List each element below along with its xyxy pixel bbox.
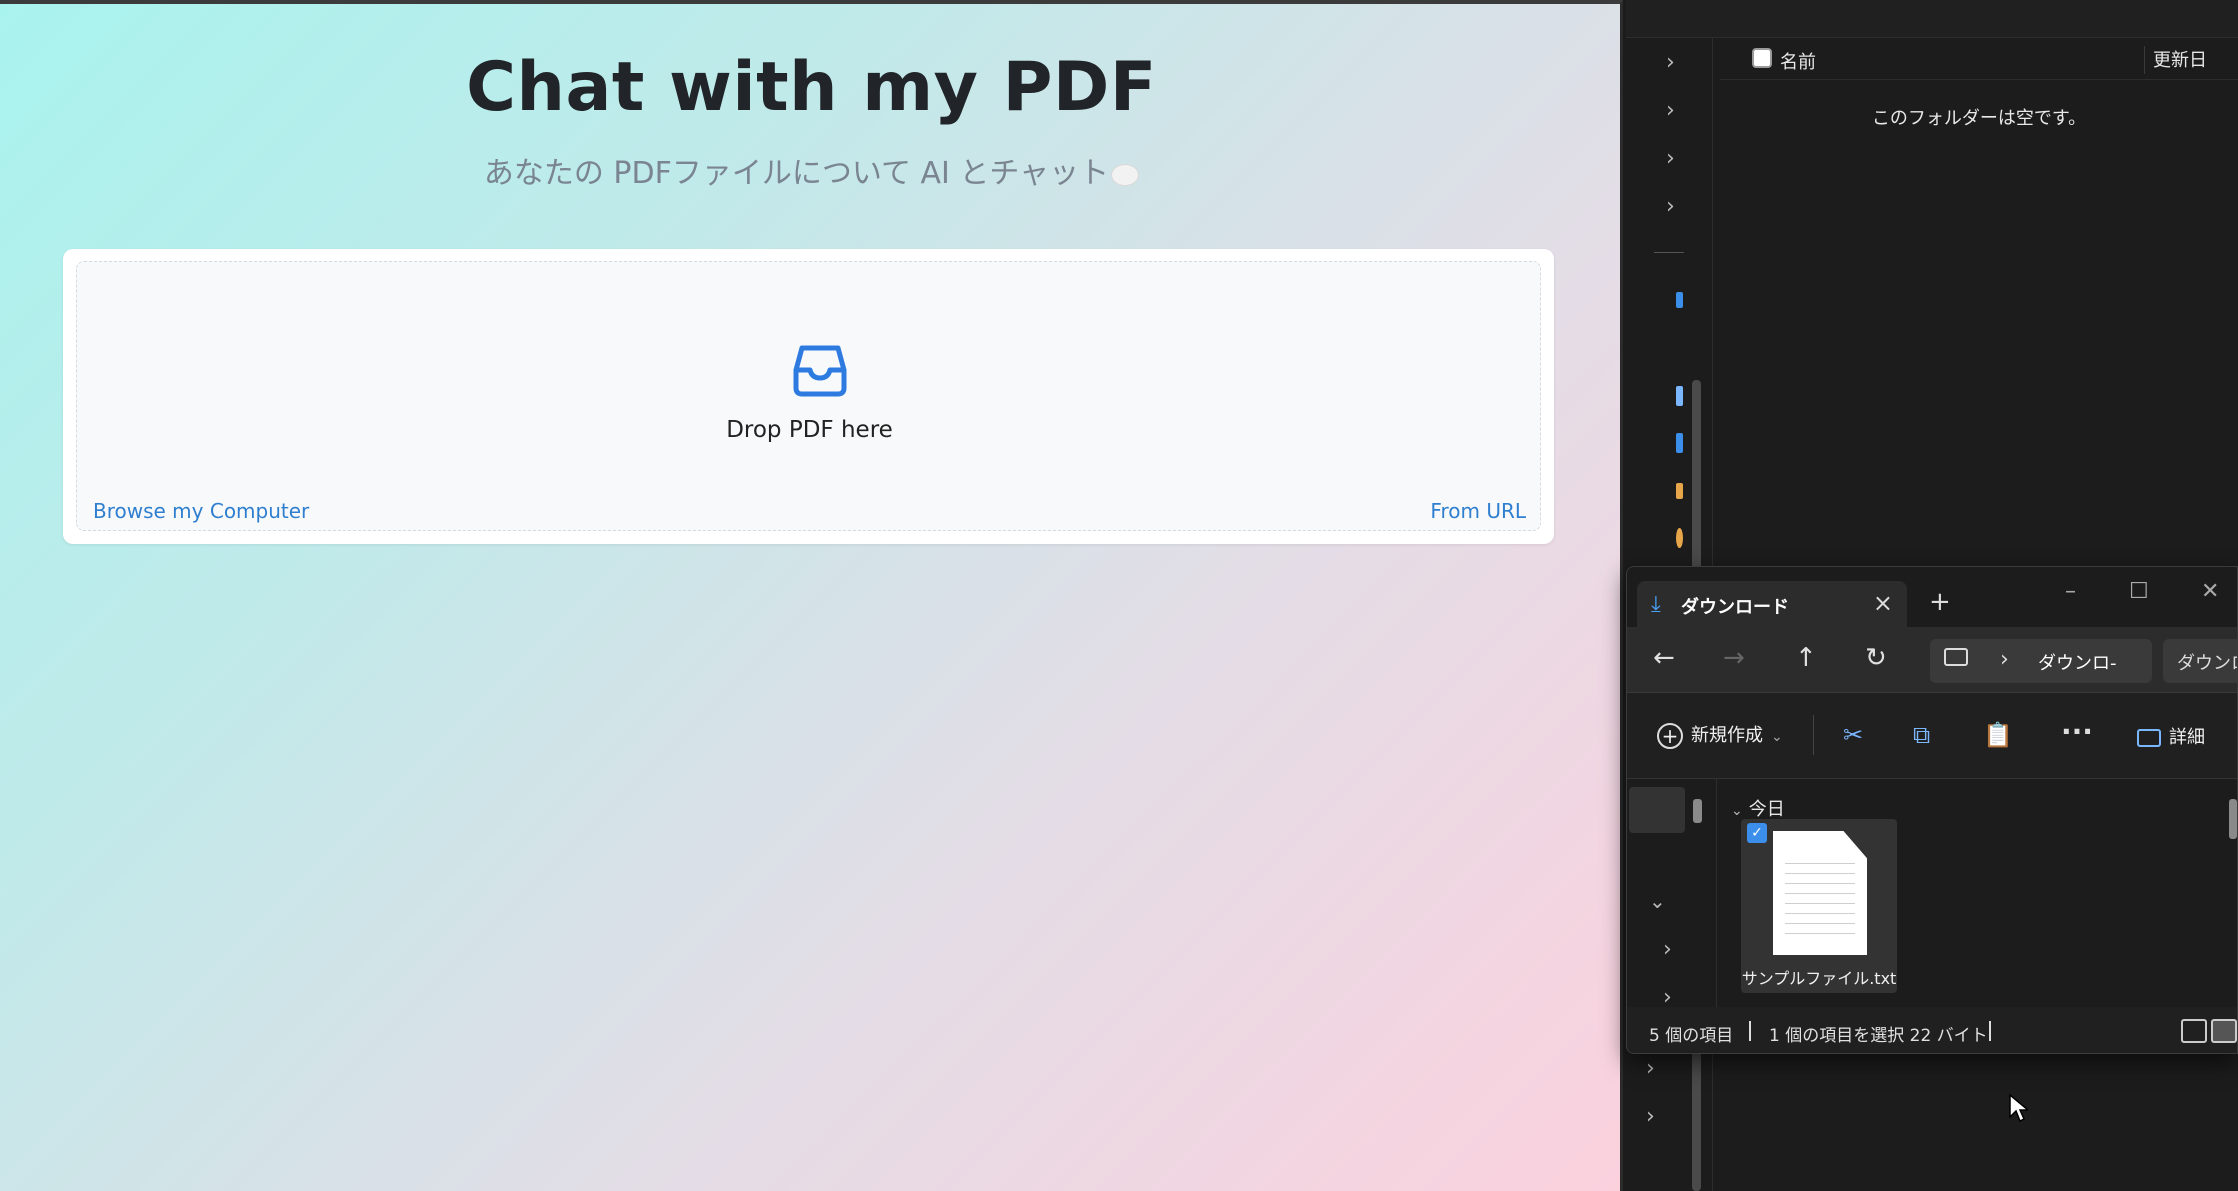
nav-divider: [1654, 252, 1684, 253]
status-item-count: 5 個の項目: [1649, 1026, 1734, 1046]
page-subtitle: あなたの PDFファイルについて AI とチャット: [0, 148, 1623, 192]
bg-toolbar: [1626, 0, 2238, 38]
status-selection: 1 個の項目を選択 22 バイト: [1769, 1026, 1988, 1046]
minimize-icon[interactable]: –: [2065, 579, 2076, 604]
new-label: 新規作成: [1691, 725, 1763, 746]
from-url-link[interactable]: From URL: [1430, 499, 1526, 523]
group-label: 今日: [1748, 799, 1785, 820]
chevron-right-icon[interactable]: ›: [1666, 50, 1675, 75]
search-placeholder: ダウンロ: [2177, 653, 2237, 674]
new-tab-button[interactable]: +: [1929, 587, 1951, 617]
paste-icon[interactable]: 📋: [1983, 721, 2013, 749]
empty-folder-message: このフォルダーは空です。: [1871, 108, 2087, 129]
chevron-down-icon: ⌄: [1771, 729, 1783, 745]
details-label: 詳細: [2169, 727, 2205, 748]
tab-label: ダウンロード: [1681, 597, 1789, 618]
window-close-icon[interactable]: ✕: [2201, 579, 2219, 604]
chevron-right-icon[interactable]: ›: [1666, 194, 1675, 219]
browser-page: Chat with my PDF あなたの PDFファイルについて AI とチャ…: [0, 0, 1623, 1191]
group-header-today[interactable]: ⌄ 今日: [1731, 795, 1785, 821]
tile-view-icon[interactable]: [2211, 1019, 2237, 1043]
mouse-cursor-icon: [2009, 1093, 2028, 1123]
pdf-dropzone[interactable]: Drop PDF here Browse my Computer From UR…: [76, 261, 1541, 531]
nav-scrollbar[interactable]: [1693, 799, 1702, 823]
pc-icon: [1944, 648, 1968, 666]
separator: [1989, 1021, 1991, 1041]
downloads-explorer-window: ⤓ ダウンロード × + – ☐ ✕ ← → ↑ ↻ › ダウンロ- ダウンロ …: [1626, 566, 2238, 1054]
details-pane-icon: [2137, 729, 2161, 747]
file-item[interactable]: ✓ サンプルファイル.txt: [1741, 819, 1897, 993]
inbox-icon: [793, 345, 847, 397]
chevron-right-icon: ›: [2000, 647, 2009, 672]
browse-computer-link[interactable]: Browse my Computer: [93, 499, 309, 523]
close-icon[interactable]: ×: [1873, 589, 1893, 617]
nav-item-selected[interactable]: [1629, 787, 1685, 833]
folder-icon: [1676, 386, 1683, 406]
up-arrow-icon[interactable]: ↑: [1795, 643, 1817, 673]
plus-icon: +: [1657, 723, 1683, 749]
subtitle-text: あなたの PDFファイルについて AI とチャット: [483, 156, 1110, 191]
tab-downloads[interactable]: ⤓ ダウンロード ×: [1637, 581, 1907, 627]
download-icon: ⤓: [1651, 592, 1661, 617]
separator: [1813, 715, 1814, 755]
status-bar: 5 個の項目 1 個の項目を選択 22 バイト: [1627, 1007, 2237, 1053]
select-all-checkbox[interactable]: [1752, 48, 1772, 68]
text-file-icon: [1773, 831, 1867, 955]
navigation-bar: ← → ↑ ↻ › ダウンロ- ダウンロ: [1627, 627, 2237, 693]
chevron-right-icon[interactable]: ›: [1663, 937, 1672, 962]
speech-bubble-icon: [1111, 163, 1140, 186]
content-scrollbar[interactable]: [2229, 799, 2237, 839]
column-date[interactable]: 更新日: [2144, 46, 2207, 74]
folder-icon: [1676, 528, 1683, 548]
address-bar[interactable]: › ダウンロ-: [1930, 639, 2152, 683]
file-name: サンプルファイル.txt: [1741, 969, 1897, 988]
folder-icon: [1676, 292, 1683, 308]
search-input[interactable]: ダウンロ: [2163, 639, 2237, 683]
drop-label: Drop PDF here: [726, 417, 893, 443]
folder-icon: [1676, 483, 1683, 499]
command-bar: + 新規作成 ⌄ ✂ ⧉ 📋 ··· 詳細: [1627, 693, 2237, 779]
chevron-right-icon[interactable]: ›: [1646, 1104, 1655, 1129]
chevron-right-icon[interactable]: ›: [1666, 146, 1675, 171]
separator: [1749, 1021, 1751, 1041]
maximize-icon[interactable]: ☐: [2129, 579, 2149, 604]
folder-icon: [1676, 433, 1683, 453]
navigation-pane: ⌄ › ›: [1627, 779, 1717, 1010]
page-title: Chat with my PDF: [466, 48, 1157, 127]
chevron-down-icon: ⌄: [1731, 803, 1743, 819]
new-button[interactable]: + 新規作成 ⌄: [1657, 721, 1783, 749]
checkmark-icon[interactable]: ✓: [1747, 823, 1767, 843]
chevron-right-icon[interactable]: ›: [1646, 1056, 1655, 1081]
column-name[interactable]: 名前: [1780, 48, 1816, 74]
details-button[interactable]: 詳細: [2137, 723, 2205, 749]
upload-card: Drop PDF here Browse my Computer From UR…: [63, 249, 1554, 544]
cut-icon[interactable]: ✂: [1843, 721, 1863, 749]
refresh-icon[interactable]: ↻: [1865, 643, 1887, 673]
copy-icon[interactable]: ⧉: [1913, 721, 1930, 749]
tab-bar: ⤓ ダウンロード × + – ☐ ✕: [1627, 567, 2237, 627]
bg-column-header: 名前 更新日: [1720, 38, 2238, 80]
back-arrow-icon[interactable]: ←: [1653, 643, 1675, 673]
file-area: ⌄ › › ⌄ 今日 ✓ サンプルファイル.txt: [1627, 779, 2237, 1010]
chevron-right-icon[interactable]: ›: [1666, 98, 1675, 123]
breadcrumb[interactable]: ダウンロ-: [2038, 649, 2117, 675]
more-options-icon[interactable]: ···: [2061, 715, 2093, 748]
chevron-down-icon[interactable]: ⌄: [1649, 889, 1666, 913]
forward-arrow-icon[interactable]: →: [1723, 643, 1745, 673]
list-view-icon[interactable]: [2181, 1019, 2207, 1043]
